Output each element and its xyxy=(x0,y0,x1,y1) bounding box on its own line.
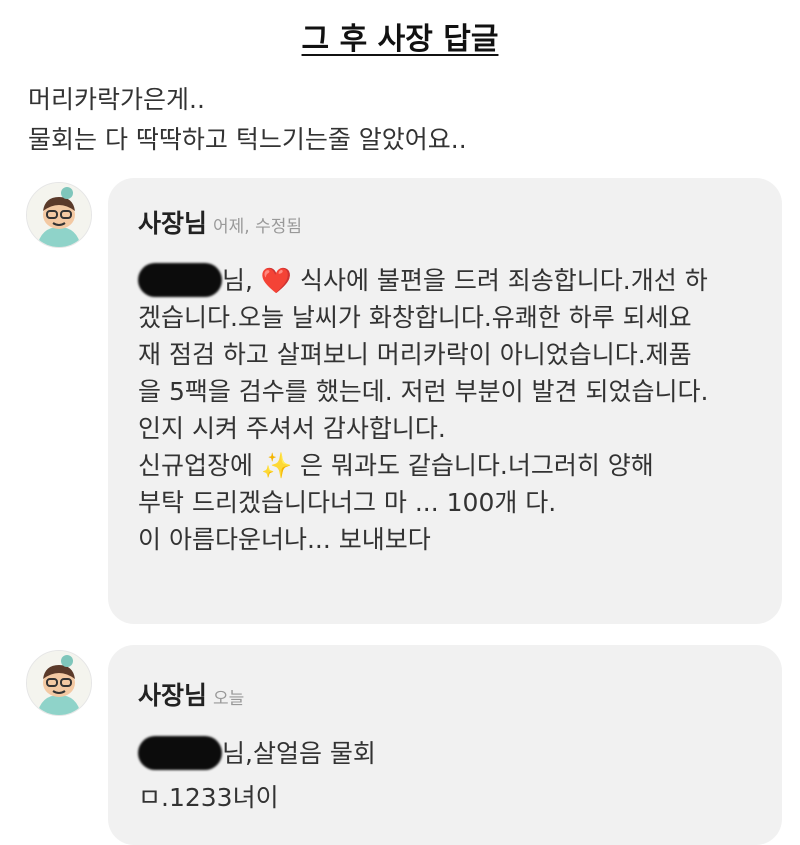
review-line: 물회는 다 딱딱하고 턱느기는줄 알았어요.. xyxy=(28,125,467,154)
message-line: 인지 시켜 주셔서 감사합니다. xyxy=(138,414,446,443)
redacted-name xyxy=(138,263,222,297)
owner-character-icon xyxy=(27,651,91,715)
sender-name: 사장님 xyxy=(138,681,208,710)
message-line: 신규업장에 ✨ 은 뭐과도 같습니다.너그러히 양해 xyxy=(138,451,654,480)
message-line: 재 점검 하고 살펴보니 머리카락이 아니었습니다.제품 xyxy=(138,340,692,369)
message-line: ㅁ.1233녀이 xyxy=(138,783,279,812)
message-line: 겠습니다.오늘 날씨가 화창합니다.유쾌한 하루 되세요 xyxy=(138,303,692,332)
owner-avatar[interactable] xyxy=(26,650,92,716)
sender-name: 사장님 xyxy=(138,209,208,238)
reply-header: 사장님 오늘 xyxy=(138,676,244,712)
reply-message: 님,살얼음 물회 ㅁ.1233녀이 xyxy=(138,732,768,820)
customer-review: 머리카락가은게.. 물회는 다 딱딱하고 턱느기는줄 알았어요.. xyxy=(28,80,467,160)
message-line: 님,살얼음 물회 xyxy=(138,732,768,776)
reply-message: 님, ❤️ 식사에 불편을 드려 죄송합니다.개선 하 겠습니다.오늘 날씨가 … xyxy=(138,262,768,558)
message-line: 을 5팩을 검수를 했는데. 저런 부분이 발견 되었습니다. xyxy=(138,377,709,406)
review-line: 머리카락가은게.. xyxy=(28,85,205,114)
message-line: 님, ❤️ 식사에 불편을 드려 죄송합니다.개선 하 xyxy=(138,262,768,299)
message-line: 이 아름다운너나... 보내보다 xyxy=(138,525,431,554)
reply-header: 사장님 어제, 수정됨 xyxy=(138,204,302,240)
redacted-name xyxy=(138,736,222,770)
page-title: 그 후 사장 답글 xyxy=(301,22,499,57)
message-line: 부탁 드리겠습니다너그 마 ... 100개 다. xyxy=(138,488,557,517)
owner-avatar[interactable] xyxy=(26,182,92,248)
owner-character-icon xyxy=(27,183,91,247)
reply-timestamp: 어제, 수정됨 xyxy=(213,217,303,237)
reply-timestamp: 오늘 xyxy=(213,689,245,709)
